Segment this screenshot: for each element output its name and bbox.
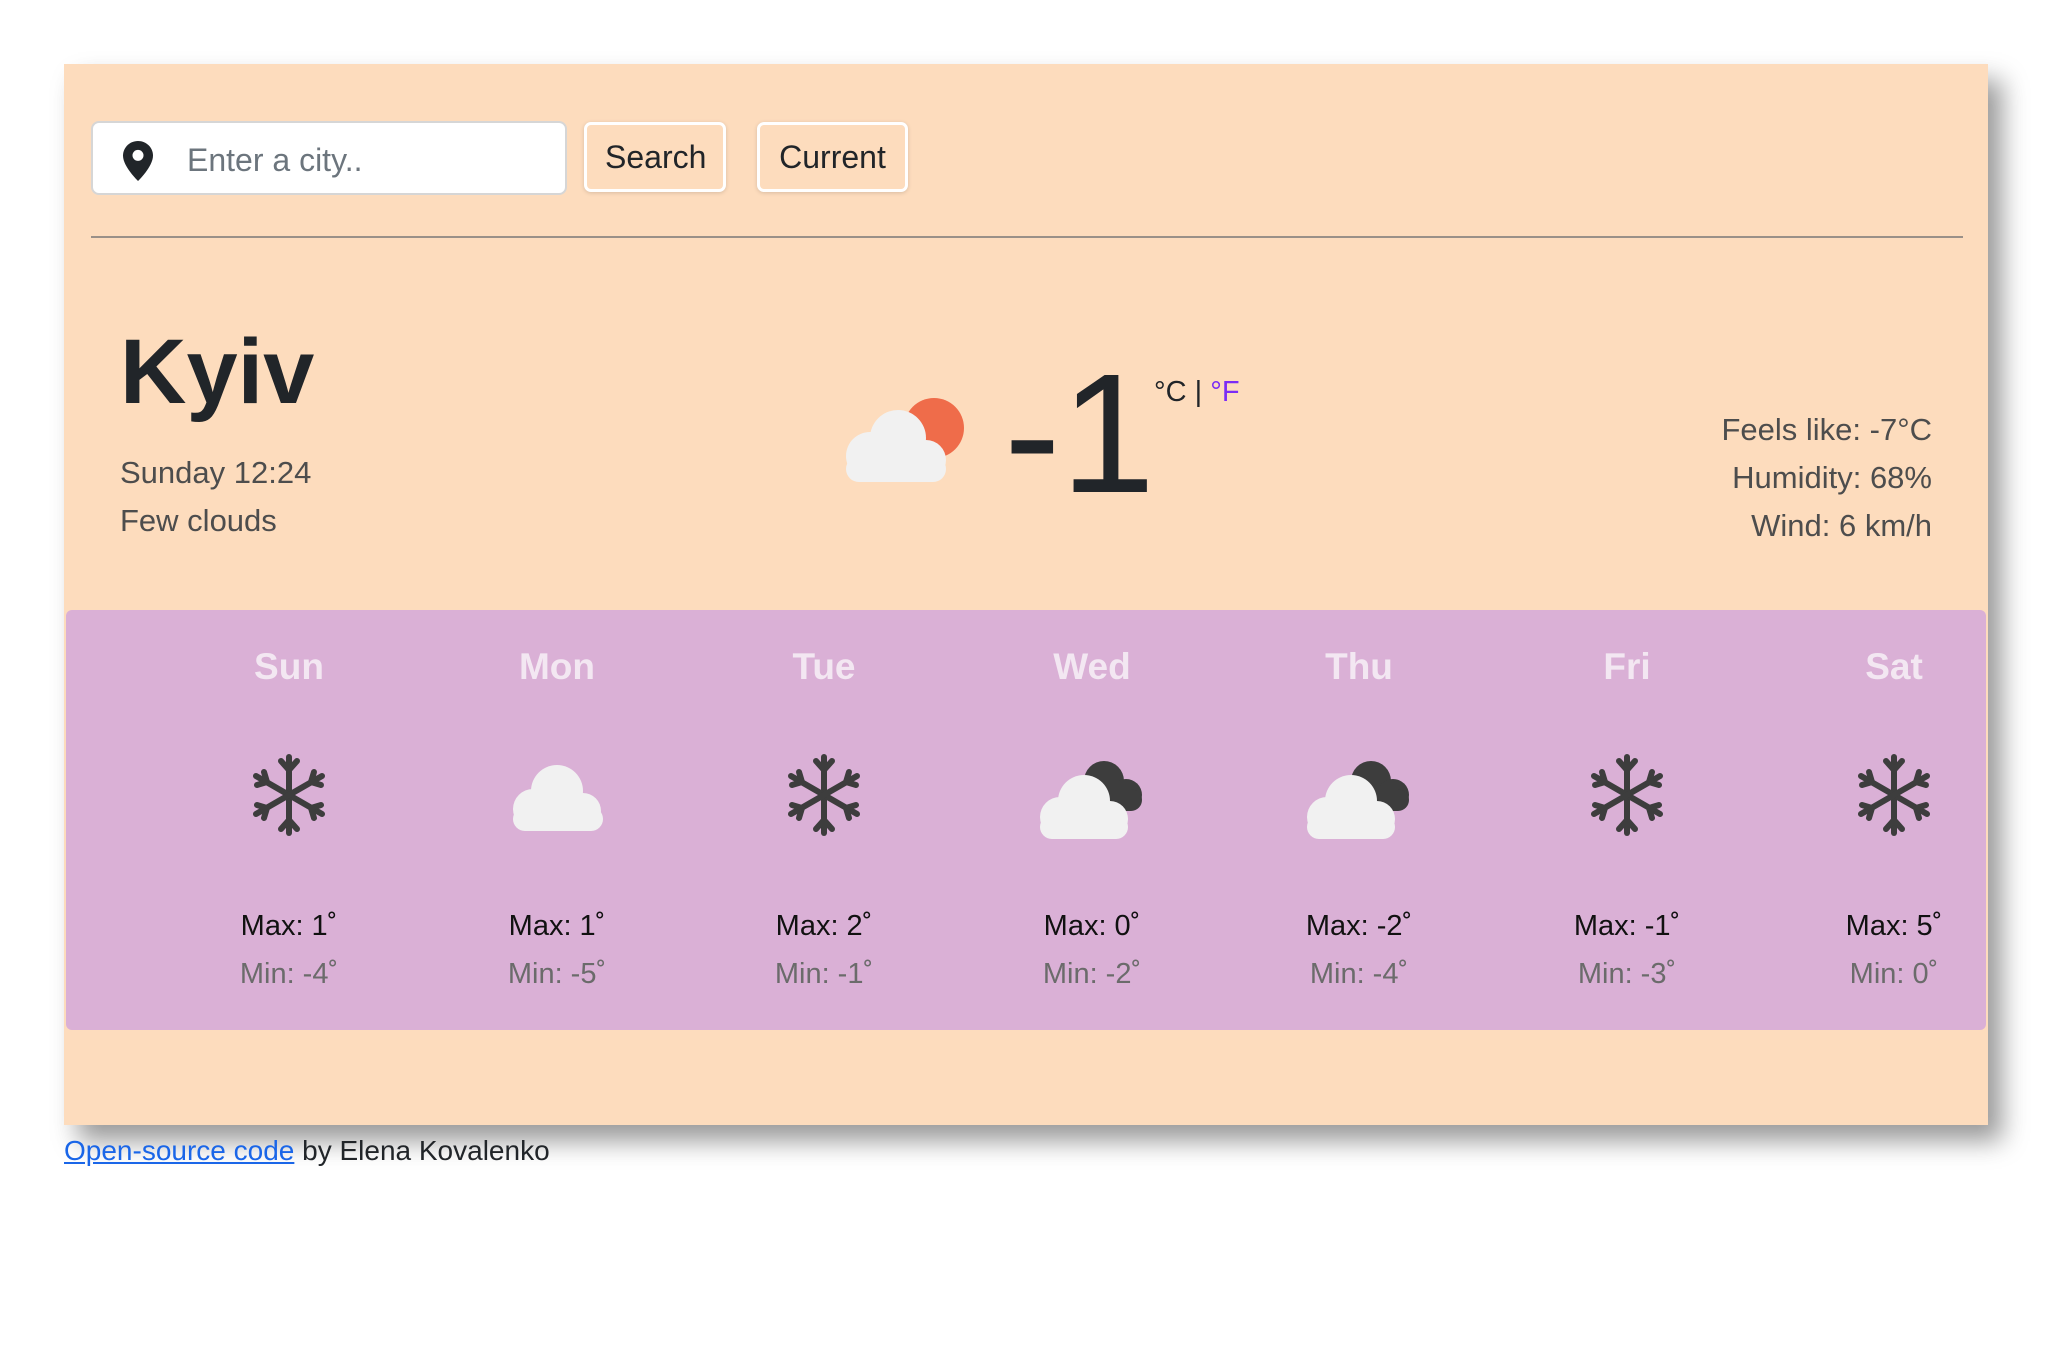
- forecast-min-temp: Min: 0˚: [1849, 958, 1939, 990]
- broken-clouds-icon: [1307, 761, 1409, 839]
- few-clouds-icon: [846, 398, 964, 482]
- forecast-min-temp: Min: -5˚: [507, 958, 607, 990]
- current-location-button[interactable]: Current: [757, 122, 908, 192]
- celsius-link[interactable]: °C: [1154, 376, 1187, 408]
- forecast-max-temp: Max: 0˚: [1043, 910, 1141, 942]
- snow-icon: [1591, 754, 1663, 836]
- snow-icon: [788, 754, 860, 836]
- source-code-link[interactable]: Open-source code: [64, 1135, 294, 1166]
- divider: [91, 236, 1963, 238]
- forecast-day-name: Sat: [1865, 646, 1923, 687]
- unit-toggle: °C | °F: [1154, 376, 1240, 409]
- forecast-day-name: Sun: [254, 646, 324, 687]
- city-name: Kyiv: [120, 321, 315, 423]
- forecast-max-temp: Max: 1˚: [508, 910, 606, 942]
- broken-clouds-icon: [1040, 761, 1142, 839]
- search-button[interactable]: Search: [584, 122, 726, 192]
- forecast-day: Sat Max: 5˚ Min: 0˚: [1760, 610, 2028, 1030]
- current-datetime: Sunday 12:24: [120, 455, 312, 490]
- humidity: Humidity: 68%: [1732, 460, 1932, 495]
- forecast-day: Tue Max: 2˚ Min: -1˚: [690, 610, 958, 1030]
- search-box[interactable]: [91, 121, 567, 195]
- forecast-day-name: Thu: [1325, 646, 1393, 687]
- cloud-icon: [513, 765, 603, 831]
- forecast-day: Mon Max: 1˚ Min: -5˚: [423, 610, 691, 1030]
- city-search-input[interactable]: [185, 135, 549, 185]
- forecast-day-name: Tue: [792, 646, 856, 687]
- wind-speed: Wind: 6 km/h: [1751, 508, 1932, 543]
- forecast-max-temp: Max: -2˚: [1305, 910, 1413, 942]
- forecast-day: Thu Max: -2˚ Min: -4˚: [1225, 610, 1493, 1030]
- forecast-min-temp: Min: -4˚: [1309, 958, 1409, 990]
- forecast-max-temp: Max: 5˚: [1845, 910, 1943, 942]
- forecast-day-name: Mon: [518, 646, 596, 687]
- feels-like: Feels like: -7°C: [1721, 412, 1932, 447]
- forecast-day: Wed Max: 0˚ Min: -2˚: [958, 610, 1226, 1030]
- fahrenheit-link[interactable]: °F: [1210, 376, 1239, 408]
- snow-icon: [1858, 754, 1930, 836]
- weather-app: Search Current Kyiv Sunday 12:24 Few clo…: [64, 64, 1988, 1125]
- weather-description: Few clouds: [120, 503, 277, 538]
- weekly-forecast: Sun Max: 1˚ Min: -4˚ Mon Max: 1˚ Min: -5…: [66, 610, 1986, 1030]
- location-pin-icon: [123, 141, 153, 181]
- weather-details: Feels like: -7°C Humidity: 68% Wind: 6 k…: [1721, 406, 1932, 550]
- footer: Open-source code by Elena Kovalenko: [64, 1135, 550, 1167]
- unit-separator: |: [1194, 376, 1203, 408]
- forecast-day: Fri Max: -1˚ Min: -3˚: [1493, 610, 1761, 1030]
- author-credit: by Elena Kovalenko: [294, 1135, 550, 1166]
- forecast-min-temp: Min: -1˚: [774, 958, 874, 990]
- snow-icon: [253, 754, 325, 836]
- forecast-min-temp: Min: -4˚: [239, 958, 339, 990]
- forecast-day-name: Fri: [1603, 646, 1651, 687]
- forecast-day-name: Wed: [1053, 646, 1131, 687]
- forecast-day: Sun Max: 1˚ Min: -4˚: [155, 610, 423, 1030]
- forecast-max-temp: Max: -1˚: [1573, 910, 1681, 942]
- forecast-min-temp: Min: -2˚: [1042, 958, 1142, 990]
- forecast-max-temp: Max: 2˚: [775, 910, 873, 942]
- forecast-max-temp: Max: 1˚: [240, 910, 338, 942]
- forecast-min-temp: Min: -3˚: [1577, 958, 1677, 990]
- current-temperature: -1: [1004, 339, 1156, 529]
